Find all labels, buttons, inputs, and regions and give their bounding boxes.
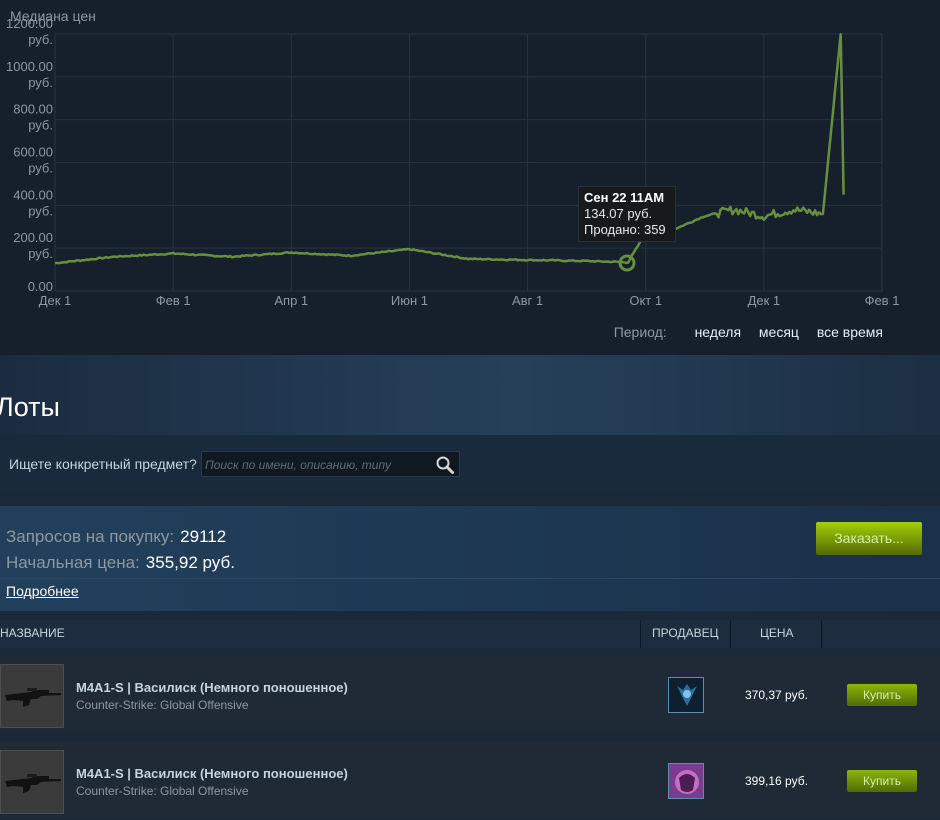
tooltip-date: Сен 22 11AM xyxy=(584,190,665,205)
x-tick-label: Фев 1 xyxy=(156,293,191,308)
tooltip-sold: Продано: 359 xyxy=(584,222,666,237)
start-price-value: 355,92 руб. xyxy=(145,553,235,572)
tooltip-price: 134.07 руб. xyxy=(584,206,653,221)
y-tick-label: руб. xyxy=(28,75,53,90)
price-history-panel: 1200.00 руб. 1000.00 руб. 800.00 руб. 600.00 ру… xyxy=(0,0,940,355)
listing-table-header: НАЗВАНИЕ ПРОДАВЕЦ ЦЕНА xyxy=(0,620,940,648)
listing-row: M4A1-S | Василиск (Немного поношенное) C… xyxy=(0,742,940,818)
buy-requests-count: 29112 xyxy=(180,527,227,546)
y-tick-label: 1000.00 xyxy=(6,59,53,74)
x-tick-label: Авг 1 xyxy=(512,293,543,308)
x-tick-label: Дек 1 xyxy=(748,293,781,308)
y-tick-label: руб. xyxy=(28,32,53,47)
y-tick-label: 200.00 xyxy=(13,230,53,245)
divider xyxy=(0,578,940,579)
seller-avatar[interactable] xyxy=(668,763,704,799)
lots-title: Лоты xyxy=(0,392,60,422)
chart-title: Медиана цен xyxy=(10,8,96,24)
column-separator xyxy=(640,620,641,648)
search-box xyxy=(201,451,460,477)
buy-button[interactable]: Купить xyxy=(847,684,917,706)
y-tick-label: руб. xyxy=(28,246,53,261)
buy-button[interactable]: Купить xyxy=(847,770,917,792)
listing-row: M4A1-S | Василиск (Немного поношенное) C… xyxy=(0,656,940,732)
period-label: Период: xyxy=(613,324,667,340)
details-link[interactable]: Подробнее xyxy=(6,583,79,599)
item-name[interactable]: M4A1-S | Василиск (Немного поношенное) xyxy=(76,766,348,781)
item-image[interactable] xyxy=(0,664,64,728)
y-tick-label: 600.00 xyxy=(13,145,53,160)
item-name[interactable]: M4A1-S | Василиск (Немного поношенное) xyxy=(76,680,348,695)
y-tick-label: руб. xyxy=(28,203,53,218)
search-icon[interactable] xyxy=(435,455,455,475)
buy-requests-line: Запросов на покупку: 29112 xyxy=(6,527,226,547)
search-bar: Ищете конкретный предмет? xyxy=(0,435,940,493)
period-month[interactable]: месяц xyxy=(759,324,799,340)
column-header-price: ЦЕНА xyxy=(760,626,794,640)
item-game: Counter-Strike: Global Offensive xyxy=(76,784,249,798)
buy-orders-panel: Запросов на покупку: 29112 Начальная цена… xyxy=(0,506,940,611)
buy-requests-label: Запросов на покупку: xyxy=(6,527,175,546)
seller-avatar[interactable] xyxy=(668,677,704,713)
y-tick-label: руб. xyxy=(28,118,53,133)
period-week[interactable]: неделя xyxy=(695,324,741,340)
chart-tooltip: Сен 22 11AM 134.07 руб. Продано: 359 xyxy=(578,186,676,242)
y-tick-label: руб. xyxy=(28,161,53,176)
x-tick-label: Дек 1 xyxy=(39,293,72,308)
item-price: 399,16 руб. xyxy=(745,774,808,788)
period-selector: Период: неделя месяц все время xyxy=(614,324,883,340)
column-header-seller: ПРОДАВЕЦ xyxy=(652,626,719,640)
column-separator xyxy=(730,620,731,648)
x-tick-label: Окт 1 xyxy=(629,293,662,308)
search-label: Ищете конкретный предмет? xyxy=(9,456,197,472)
item-game: Counter-Strike: Global Offensive xyxy=(76,698,249,712)
start-price-label: Начальная цена: xyxy=(6,553,140,572)
x-tick-label: Июн 1 xyxy=(391,293,428,308)
item-price: 370,37 руб. xyxy=(745,688,808,702)
x-tick-label: Апр 1 xyxy=(274,293,308,308)
start-price-line: Начальная цена: 355,92 руб. xyxy=(6,553,235,573)
item-image[interactable] xyxy=(0,750,64,814)
price-history-chart: 1200.00руб.1000.00руб.800.00руб.600.00ру… xyxy=(6,16,900,308)
x-tick-label: Фев 1 xyxy=(865,293,900,308)
search-input[interactable] xyxy=(205,456,430,473)
y-tick-label: 0.00 xyxy=(28,279,53,294)
place-order-button[interactable]: Заказать... xyxy=(816,522,922,555)
column-header-name: НАЗВАНИЕ xyxy=(0,626,65,640)
lots-header-band: Лоты xyxy=(0,355,940,435)
y-tick-label: 400.00 xyxy=(13,187,53,202)
y-tick-label: 800.00 xyxy=(13,102,53,117)
column-separator xyxy=(821,620,822,648)
period-all-time[interactable]: все время xyxy=(817,324,883,340)
